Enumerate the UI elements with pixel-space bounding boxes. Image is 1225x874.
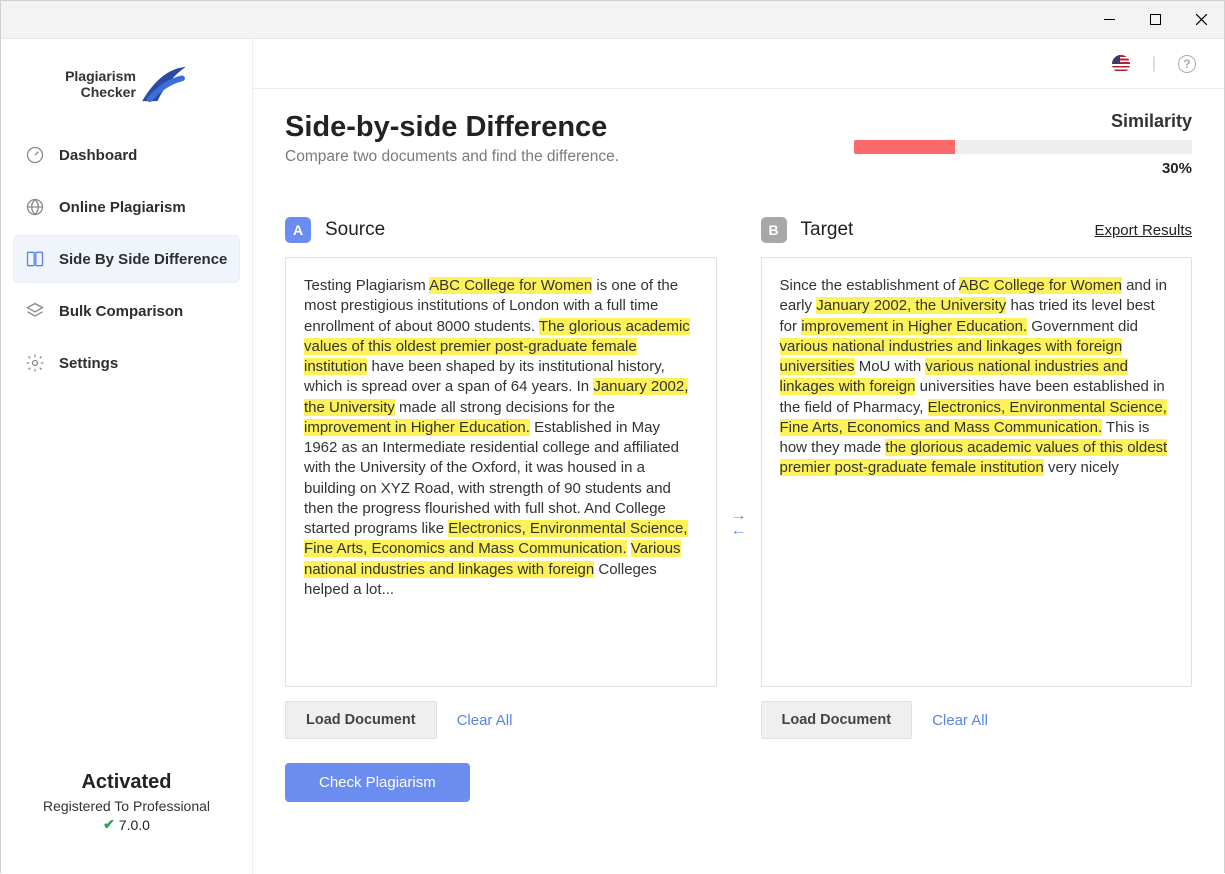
source-panel: A Source Testing Plagiarism ABC College … <box>285 217 717 802</box>
logo-line1: Plagiarism <box>65 68 136 84</box>
logo-mark-icon <box>140 65 188 103</box>
check-plagiarism-button[interactable]: Check Plagiarism <box>285 763 470 802</box>
close-button[interactable] <box>1178 1 1224 39</box>
status-version: ✔7.0.0 <box>103 816 150 833</box>
columns-icon <box>25 249 45 269</box>
top-strip: | ? <box>253 39 1224 89</box>
page-subtitle: Compare two documents and find the diffe… <box>285 148 619 166</box>
status-title: Activated <box>17 771 236 794</box>
sidebar-item-label: Online Plagiarism <box>59 199 186 216</box>
sidebar-item-side-by-side[interactable]: Side By Side Difference <box>13 235 240 283</box>
similarity-label: Similarity <box>854 111 1192 132</box>
window-titlebar <box>1 1 1224 39</box>
export-results-link[interactable]: Export Results <box>1094 222 1192 239</box>
similarity-percent: 30% <box>854 160 1192 177</box>
sidebar-item-label: Bulk Comparison <box>59 303 183 320</box>
status-subtitle: Registered To Professional <box>17 798 236 814</box>
divider: | <box>1152 55 1156 73</box>
source-textarea[interactable]: Testing Plagiarism ABC College for Women… <box>285 257 717 687</box>
target-textarea[interactable]: Since the establishment of ABC College f… <box>761 257 1193 687</box>
flag-us-icon[interactable] <box>1112 55 1130 73</box>
maximize-button[interactable] <box>1132 1 1178 39</box>
check-icon: ✔ <box>103 816 115 833</box>
source-title: Source <box>325 219 385 241</box>
target-load-button[interactable]: Load Document <box>761 701 913 739</box>
target-badge: B <box>761 217 787 243</box>
gauge-icon <box>25 145 45 165</box>
help-icon[interactable]: ? <box>1178 55 1196 73</box>
globe-icon <box>25 197 45 217</box>
target-panel: B Target Export Results Since the establ… <box>761 217 1193 802</box>
gear-icon <box>25 353 45 373</box>
sidebar-item-online-plagiarism[interactable]: Online Plagiarism <box>13 183 240 231</box>
sidebar-item-label: Dashboard <box>59 147 137 164</box>
activation-status: Activated Registered To Professional ✔7.… <box>1 771 252 874</box>
sidebar-item-label: Side By Side Difference <box>59 251 227 268</box>
sidebar-nav: Dashboard Online Plagiarism Side By Side… <box>1 131 252 387</box>
logo-line2: Checker <box>65 84 136 100</box>
source-load-button[interactable]: Load Document <box>285 701 437 739</box>
similarity-bar <box>854 140 1192 154</box>
minimize-button[interactable] <box>1086 1 1132 39</box>
sidebar: Plagiarism Checker Dashboard Online Plag… <box>1 39 253 874</box>
sidebar-item-bulk-comparison[interactable]: Bulk Comparison <box>13 287 240 335</box>
target-clear-link[interactable]: Clear All <box>932 712 988 729</box>
target-title: Target <box>801 219 854 241</box>
similarity-fill <box>854 140 955 154</box>
page-title: Side-by-side Difference <box>285 111 619 144</box>
source-clear-link[interactable]: Clear All <box>457 712 513 729</box>
layers-icon <box>25 301 45 321</box>
app-logo: Plagiarism Checker <box>1 57 252 131</box>
sidebar-item-label: Settings <box>59 355 118 372</box>
swap-icon[interactable]: →← <box>717 509 761 538</box>
sidebar-item-settings[interactable]: Settings <box>13 339 240 387</box>
main-content: | ? Side-by-side Difference Compare two … <box>253 39 1224 874</box>
source-badge: A <box>285 217 311 243</box>
sidebar-item-dashboard[interactable]: Dashboard <box>13 131 240 179</box>
